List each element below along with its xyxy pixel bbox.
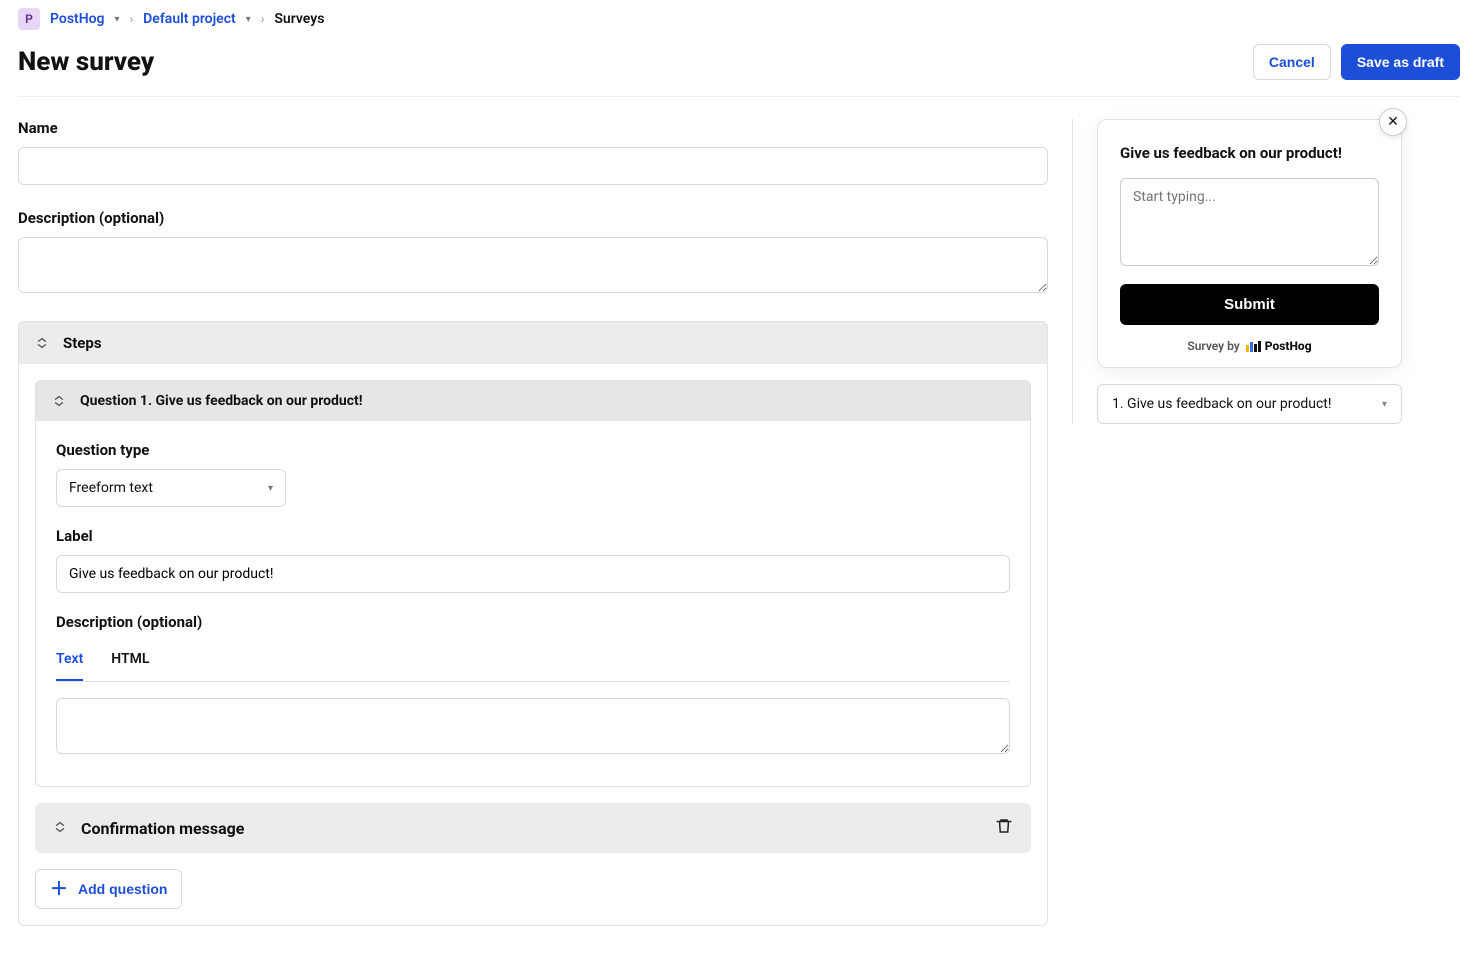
expand-icon[interactable]: [53, 820, 67, 837]
question-description-label: Description (optional): [56, 613, 1010, 631]
breadcrumb-org[interactable]: PostHog: [50, 11, 105, 27]
posthog-logo-text: PostHog: [1265, 339, 1312, 353]
header-divider: [18, 96, 1460, 97]
chevron-right-icon: ›: [130, 12, 134, 26]
page-title: New survey: [18, 47, 154, 77]
survey-by-text: Survey by: [1187, 339, 1239, 353]
description-label: Description (optional): [18, 209, 1048, 227]
question-card: Question 1. Give us feedback on our prod…: [35, 380, 1031, 787]
steps-header[interactable]: Steps: [19, 322, 1047, 364]
preview-answer-textarea[interactable]: [1120, 178, 1379, 266]
question-header-title: Question 1. Give us feedback on our prod…: [80, 393, 363, 409]
chevron-down-icon: ▾: [268, 483, 273, 494]
close-icon[interactable]: ✕: [1379, 108, 1407, 136]
cancel-button[interactable]: Cancel: [1253, 44, 1331, 80]
header-actions: Cancel Save as draft: [1253, 44, 1460, 80]
tab-text[interactable]: Text: [56, 641, 83, 681]
chevron-down-icon[interactable]: ▾: [246, 14, 251, 25]
survey-preview-card: ✕ Give us feedback on our product! Submi…: [1097, 119, 1402, 368]
preview-footer: Survey by PostHog: [1120, 339, 1379, 353]
collapse-icon[interactable]: [52, 394, 66, 408]
page-header: New survey Cancel Save as draft: [18, 44, 1460, 80]
posthog-logo-icon: [1246, 341, 1261, 352]
add-question-label: Add question: [78, 881, 167, 897]
add-question-button[interactable]: ＋ Add question: [35, 869, 182, 909]
plus-icon: ＋: [50, 880, 68, 898]
question-label-label: Label: [56, 527, 1010, 545]
question-type-select[interactable]: Freeform text ▾: [56, 469, 286, 507]
confirmation-message-row[interactable]: Confirmation message: [35, 803, 1031, 853]
question-selector-value: 1. Give us feedback on our product!: [1112, 396, 1332, 412]
posthog-logo: PostHog: [1246, 339, 1312, 353]
description-textarea[interactable]: [18, 237, 1048, 293]
chevron-down-icon: ▾: [1382, 399, 1387, 410]
steps-title: Steps: [63, 334, 102, 352]
preview-submit-button[interactable]: Submit: [1120, 284, 1379, 325]
save-as-draft-button[interactable]: Save as draft: [1341, 44, 1460, 80]
description-format-tabs: Text HTML: [56, 641, 1010, 682]
question-selector[interactable]: 1. Give us feedback on our product! ▾: [1097, 384, 1402, 424]
trash-icon[interactable]: [995, 817, 1013, 839]
breadcrumb-current: Surveys: [274, 11, 324, 27]
name-label: Name: [18, 119, 1048, 137]
question-description-textarea[interactable]: [56, 698, 1010, 754]
question-label-input[interactable]: [56, 555, 1010, 593]
question-header[interactable]: Question 1. Give us feedback on our prod…: [36, 381, 1030, 421]
chevron-right-icon: ›: [261, 12, 265, 26]
steps-panel: Steps Question 1. Give us feedback on ou…: [18, 321, 1048, 926]
question-type-label: Question type: [56, 441, 1010, 459]
preview-question-title: Give us feedback on our product!: [1120, 144, 1379, 162]
name-input[interactable]: [18, 147, 1048, 185]
tab-html[interactable]: HTML: [111, 641, 149, 681]
breadcrumb-project[interactable]: Default project: [143, 11, 236, 27]
confirmation-label: Confirmation message: [81, 819, 244, 838]
org-badge: P: [18, 8, 40, 30]
question-type-value: Freeform text: [69, 480, 153, 496]
chevron-down-icon[interactable]: ▾: [115, 14, 120, 25]
collapse-icon[interactable]: [35, 336, 49, 350]
breadcrumb: P PostHog ▾ › Default project ▾ › Survey…: [18, 8, 1460, 30]
